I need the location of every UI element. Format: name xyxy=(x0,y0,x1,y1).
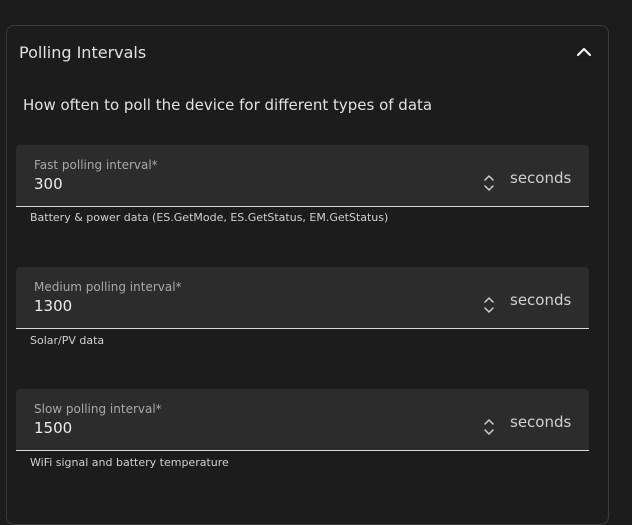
fast-polling-helper: Battery & power data (ES.GetMode, ES.Get… xyxy=(30,211,389,224)
fast-polling-field[interactable]: Fast polling interval* 300 seconds xyxy=(16,145,589,207)
slow-polling-label: Slow polling interval* xyxy=(34,402,162,416)
fast-polling-label: Fast polling interval* xyxy=(34,158,158,172)
spin-arrows-icon xyxy=(484,297,494,313)
slow-polling-input[interactable]: 1500 xyxy=(34,419,72,437)
panel-title: Polling Intervals xyxy=(19,43,147,62)
medium-polling-stepper[interactable] xyxy=(482,294,496,316)
slow-polling-unit: seconds xyxy=(510,413,572,431)
chevron-up-icon xyxy=(576,47,592,57)
medium-polling-field[interactable]: Medium polling interval* 1300 seconds xyxy=(16,267,589,329)
medium-polling-helper: Solar/PV data xyxy=(30,334,105,347)
panel-header[interactable]: Polling Intervals xyxy=(7,26,608,81)
medium-polling-unit: seconds xyxy=(510,291,572,309)
fast-polling-stepper[interactable] xyxy=(482,172,496,194)
slow-polling-stepper[interactable] xyxy=(482,416,496,438)
spin-arrows-icon xyxy=(484,419,494,435)
section-description: How often to poll the device for differe… xyxy=(23,96,433,114)
medium-polling-label: Medium polling interval* xyxy=(34,280,182,294)
fast-polling-input[interactable]: 300 xyxy=(34,175,63,193)
collapse-button[interactable] xyxy=(572,40,596,64)
slow-polling-field[interactable]: Slow polling interval* 1500 seconds xyxy=(16,389,589,451)
spin-arrows-icon xyxy=(484,175,494,191)
fast-polling-unit: seconds xyxy=(510,169,572,187)
slow-polling-helper: WiFi signal and battery temperature xyxy=(30,456,229,469)
medium-polling-input[interactable]: 1300 xyxy=(34,297,72,315)
